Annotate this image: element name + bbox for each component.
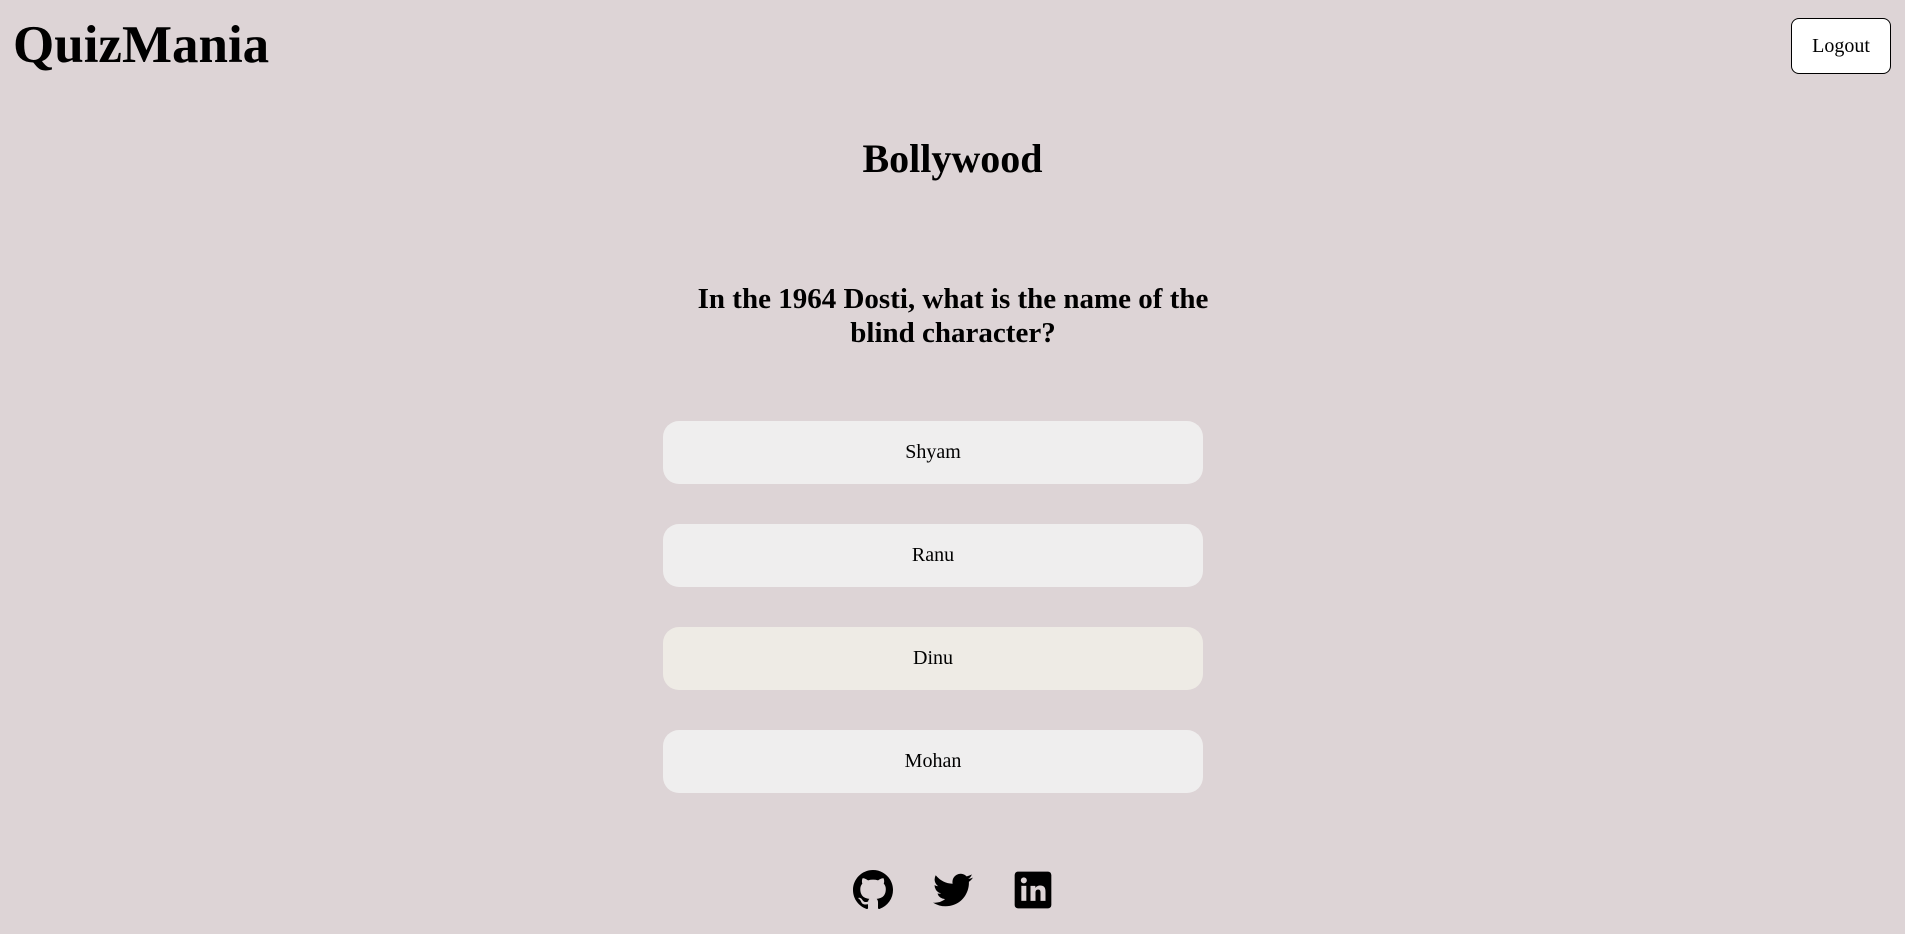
linkedin-icon: [1014, 871, 1051, 909]
github-icon: [852, 870, 893, 910]
quiz-question: In the 1964 Dosti, what is the name of t…: [697, 283, 1209, 349]
twitter-icon: [932, 873, 973, 907]
github-link[interactable]: [852, 870, 893, 910]
answer-option-mohan[interactable]: Mohan: [663, 730, 1203, 793]
answer-option-ranu[interactable]: Ranu: [663, 524, 1203, 587]
app-logo-title: QuizMania: [13, 16, 270, 74]
logout-button[interactable]: Logout: [1791, 18, 1891, 74]
answer-options: Shyam Ranu Dinu Mohan: [663, 421, 1203, 833]
twitter-link[interactable]: [932, 870, 973, 910]
quiz-category-title: Bollywood: [862, 136, 1043, 181]
answer-option-dinu[interactable]: Dinu: [663, 627, 1203, 690]
linkedin-link[interactable]: [1013, 870, 1053, 910]
answer-option-shyam[interactable]: Shyam: [663, 421, 1203, 484]
social-links: [0, 870, 1905, 910]
